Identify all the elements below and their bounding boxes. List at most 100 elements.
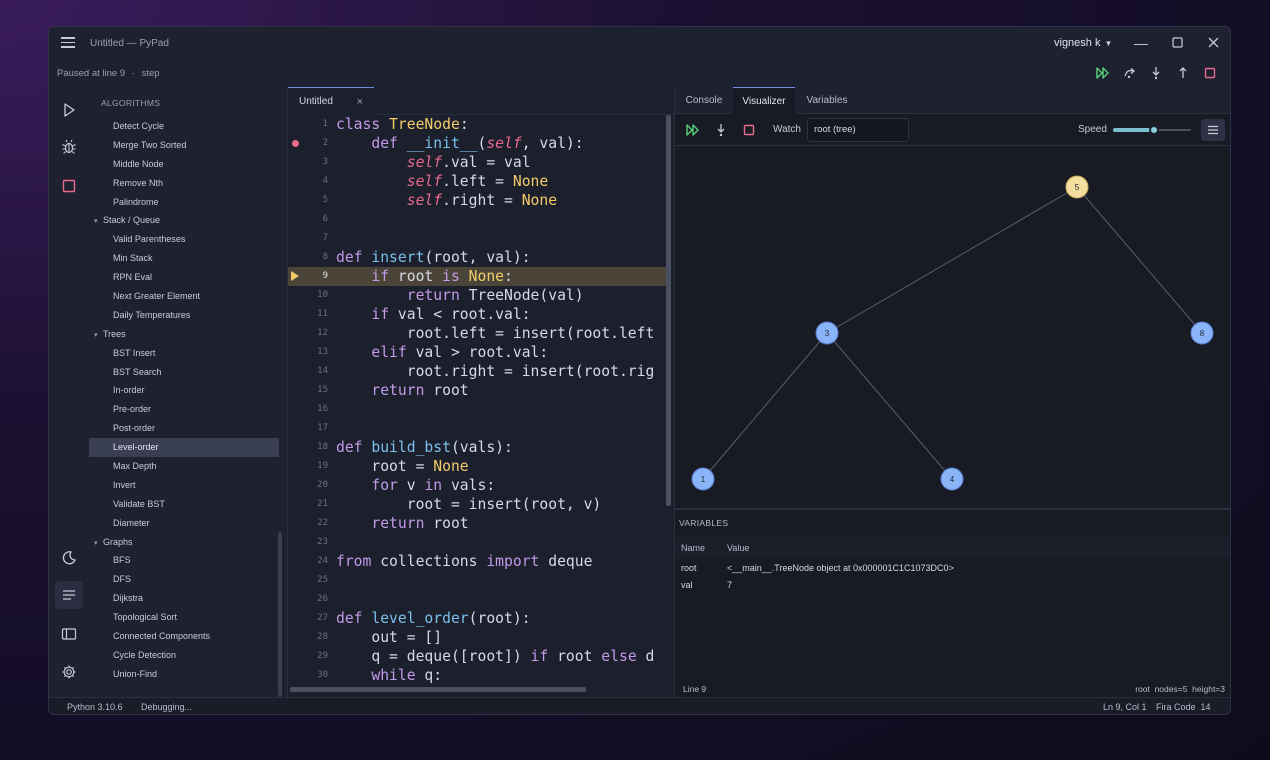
viz-step-button[interactable]	[713, 122, 729, 138]
line-number[interactable]: 25	[288, 571, 328, 590]
cursor-position[interactable]: Ln 9, Col 1	[1103, 702, 1147, 712]
line-number[interactable]: 23	[288, 533, 328, 552]
code-line[interactable]: 25	[288, 571, 666, 590]
viz-stop-button[interactable]	[741, 122, 757, 138]
sidebar-item[interactable]: Middle Node	[89, 155, 279, 174]
code-line[interactable]: 23	[288, 533, 666, 552]
viz-continue-button[interactable]	[685, 122, 701, 138]
code-line[interactable]: 10 return TreeNode(val)	[288, 286, 666, 305]
sidebar-item[interactable]: Invert	[89, 476, 279, 495]
tree-node[interactable]: 8	[1190, 321, 1214, 345]
code-line[interactable]: 5 self.right = None	[288, 191, 666, 210]
sidebar-item[interactable]: BST Search	[89, 363, 279, 382]
line-number[interactable]: 18	[288, 438, 328, 457]
continue-button[interactable]	[1094, 64, 1112, 82]
python-version[interactable]: Python 3.10.6	[67, 702, 123, 712]
tree-node[interactable]: 1	[691, 467, 715, 491]
code-line[interactable]: 15 return root	[288, 381, 666, 400]
sidebar-item[interactable]: BST Insert	[89, 344, 279, 363]
code-line[interactable]: 20 for v in vals:	[288, 476, 666, 495]
stop-button[interactable]	[1201, 64, 1219, 82]
editor-horizontal-scrollbar[interactable]	[290, 687, 586, 692]
tab-console[interactable]: Console	[675, 87, 733, 114]
tree-group[interactable]: ▾ Trees	[89, 325, 279, 344]
code-line[interactable]: 17	[288, 419, 666, 438]
line-number[interactable]: 1	[288, 115, 328, 134]
font-info[interactable]: Fira Code 14	[1156, 702, 1211, 712]
code-line[interactable]: 1 class TreeNode:	[288, 115, 666, 134]
sidebar-item[interactable]: Validate BST	[89, 495, 279, 514]
line-number[interactable]: 29	[288, 647, 328, 666]
sidebar-item[interactable]: Remove Nth	[89, 174, 279, 193]
line-number[interactable]: 12	[288, 324, 328, 343]
user-menu[interactable]: vignesh k ▼	[1054, 37, 1112, 49]
line-number[interactable]: 6	[288, 210, 328, 229]
variable-row[interactable]: val 7	[675, 577, 1230, 594]
code-line[interactable]: 29 q = deque([root]) if root else d	[288, 647, 666, 666]
line-number[interactable]: 15	[288, 381, 328, 400]
line-number[interactable]: 13	[288, 343, 328, 362]
code-line[interactable]: 18 def build_bst(vals):	[288, 438, 666, 457]
code-line[interactable]: 21 root = insert(root, v)	[288, 495, 666, 514]
outline-button[interactable]	[55, 581, 83, 609]
tree-group[interactable]: ▾ Stack / Queue	[89, 211, 279, 230]
code-line[interactable]: 19 root = None	[288, 457, 666, 476]
sidebar-item[interactable]: Daily Temperatures	[89, 306, 279, 325]
panel-toggle-button[interactable]	[55, 620, 83, 648]
editor-vertical-scrollbar[interactable]	[666, 115, 671, 506]
sidebar-item[interactable]: Dijkstra	[89, 589, 279, 608]
line-number[interactable]: 16	[288, 400, 328, 419]
step-out-button[interactable]	[1174, 64, 1192, 82]
tab-untitled[interactable]: Untitled ×	[288, 87, 374, 115]
line-number[interactable]: 20	[288, 476, 328, 495]
code-area[interactable]: 1 class TreeNode: 2 def __init__(self, val…	[288, 115, 666, 684]
sidebar-item[interactable]: In-order	[89, 381, 279, 400]
line-number[interactable]: 19	[288, 457, 328, 476]
tree-node[interactable]: 5	[1065, 175, 1089, 199]
tree-group[interactable]: ▾ Graphs	[89, 533, 279, 552]
sidebar-item[interactable]: DFS	[89, 570, 279, 589]
menu-icon[interactable]	[61, 37, 75, 48]
line-number[interactable]: 24	[288, 552, 328, 571]
line-number[interactable]: 10	[288, 286, 328, 305]
code-line[interactable]: 6	[288, 210, 666, 229]
code-line[interactable]: 9 if root is None:	[288, 267, 666, 286]
sidebar-item[interactable]: Detect Cycle	[89, 117, 279, 136]
tab-variables[interactable]: Variables	[795, 87, 859, 114]
speed-slider[interactable]	[1113, 125, 1191, 135]
line-number[interactable]: 11	[288, 305, 328, 324]
sidebar-item[interactable]: Pre-order	[89, 400, 279, 419]
sidebar-item[interactable]: Min Stack	[89, 249, 279, 268]
sidebar-item[interactable]: Valid Parentheses	[89, 230, 279, 249]
sidebar-item[interactable]: Diameter	[89, 514, 279, 533]
sidebar-item[interactable]: Union-Find	[89, 665, 279, 684]
sidebar-item[interactable]: Next Greater Element	[89, 287, 279, 306]
code-line[interactable]: 14 root.right = insert(root.rig	[288, 362, 666, 381]
sidebar-item[interactable]: Merge Two Sorted	[89, 136, 279, 155]
code-line[interactable]: 8 def insert(root, val):	[288, 248, 666, 267]
line-number[interactable]: 4	[288, 172, 328, 191]
sidebar-item[interactable]: Cycle Detection	[89, 646, 279, 665]
code-line[interactable]: 26	[288, 590, 666, 609]
code-line[interactable]: 13 elif val > root.val:	[288, 343, 666, 362]
code-line[interactable]: 3 self.val = val	[288, 153, 666, 172]
settings-button[interactable]	[55, 658, 83, 686]
tree-node[interactable]: 4	[940, 467, 964, 491]
sidebar-item[interactable]: Max Depth	[89, 457, 279, 476]
tree-visualization[interactable]: 5 3 8 1 4	[675, 147, 1231, 508]
sidebar-item[interactable]: Level-order	[89, 438, 279, 458]
sidebar-item[interactable]: RPN Eval	[89, 268, 279, 287]
maximize-button[interactable]	[1167, 33, 1187, 53]
line-number[interactable]: 7	[288, 229, 328, 248]
minimize-button[interactable]: —	[1131, 33, 1151, 53]
line-number[interactable]: 5	[288, 191, 328, 210]
code-line[interactable]: 27 def level_order(root):	[288, 609, 666, 628]
sidebar-item[interactable]: Post-order	[89, 419, 279, 438]
stop-run-button[interactable]	[55, 172, 83, 200]
code-line[interactable]: 28 out = []	[288, 628, 666, 647]
code-line[interactable]: 24 from collections import deque	[288, 552, 666, 571]
step-over-button[interactable]	[1121, 64, 1139, 82]
code-line[interactable]: 12 root.left = insert(root.left	[288, 324, 666, 343]
code-line[interactable]: 7	[288, 229, 666, 248]
sidebar-item[interactable]: Topological Sort	[89, 608, 279, 627]
